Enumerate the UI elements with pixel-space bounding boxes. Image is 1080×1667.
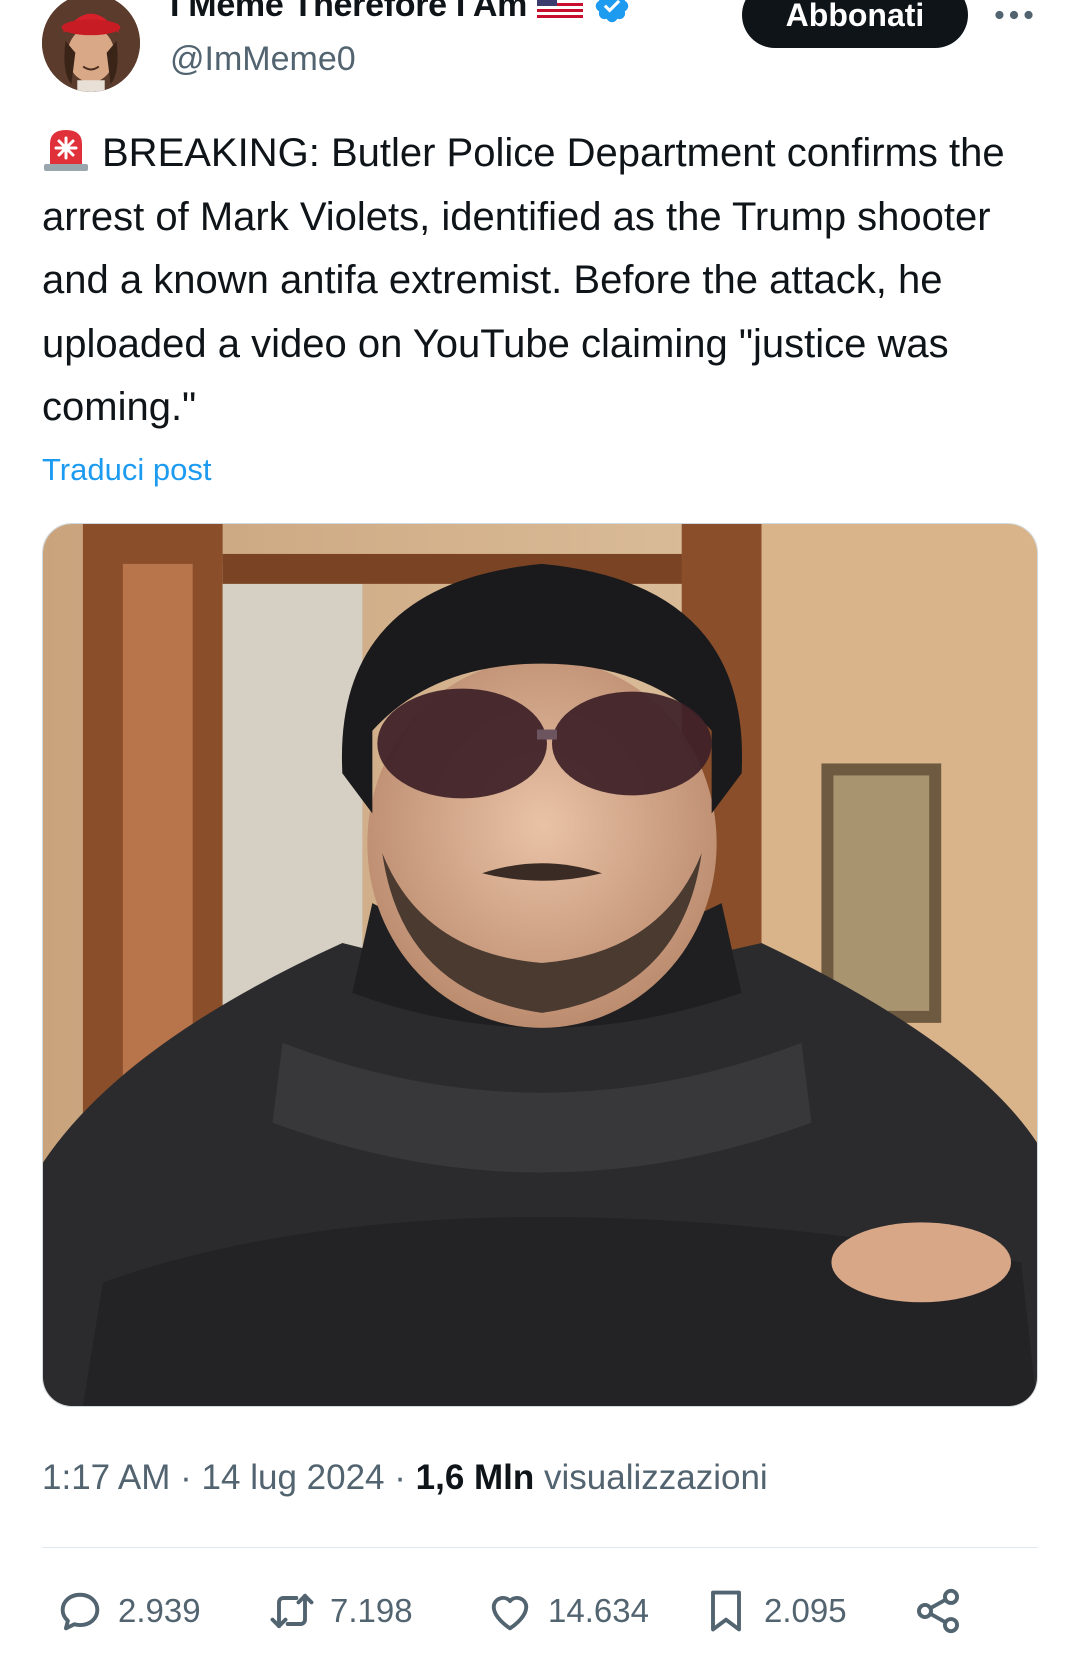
us-flag-icon [537, 0, 584, 21]
share-button[interactable] [912, 1585, 964, 1637]
more-horizontal-icon[interactable] [992, 0, 1036, 30]
subscribe-button[interactable]: Abbonati [742, 0, 968, 48]
like-count: 14.634 [548, 1592, 649, 1629]
bookmark-icon [700, 1585, 752, 1637]
tweet-text: BREAKING: Butler Police Department confi… [42, 122, 1052, 440]
heart-icon [484, 1585, 536, 1637]
like-button[interactable]: 14.634 [484, 1585, 649, 1637]
reply-icon [54, 1585, 106, 1637]
meta-separator: · [180, 1458, 192, 1497]
translate-post-link[interactable]: Traduci post [42, 452, 211, 488]
views-count: 1,6 Mln [415, 1458, 535, 1497]
bookmark-button[interactable]: 2.095 [700, 1585, 847, 1637]
views-label: visualizzazioni [544, 1458, 768, 1497]
verified-badge-icon [593, 0, 631, 25]
photo-man-in-beanie [43, 524, 1037, 1406]
author-name-row: I Meme Therefore I Am [170, 0, 631, 25]
tweet-date[interactable]: 14 lug 2024 [202, 1458, 385, 1497]
divider [42, 1547, 1038, 1548]
reply-button[interactable]: 2.939 [54, 1585, 201, 1637]
meta-separator: · [394, 1458, 406, 1497]
avatar-image [42, 0, 140, 92]
bookmark-count: 2.095 [764, 1592, 847, 1629]
author-handle[interactable]: @ImMeme0 [170, 40, 356, 79]
tweet-meta: 1:17 AM · 14 lug 2024 · 1,6 Mln visualiz… [42, 1458, 768, 1498]
tweet-time[interactable]: 1:17 AM [42, 1458, 170, 1497]
repost-count: 7.198 [330, 1592, 413, 1629]
siren-icon [42, 124, 90, 172]
repost-icon [266, 1585, 318, 1637]
tweet-media-image[interactable] [42, 523, 1038, 1407]
tweet-body: BREAKING: Butler Police Department confi… [42, 131, 1005, 429]
author-display-name[interactable]: I Meme Therefore I Am [170, 0, 527, 25]
avatar[interactable] [42, 0, 140, 92]
reply-count: 2.939 [118, 1592, 201, 1629]
repost-button[interactable]: 7.198 [266, 1585, 413, 1637]
share-icon [912, 1585, 964, 1637]
